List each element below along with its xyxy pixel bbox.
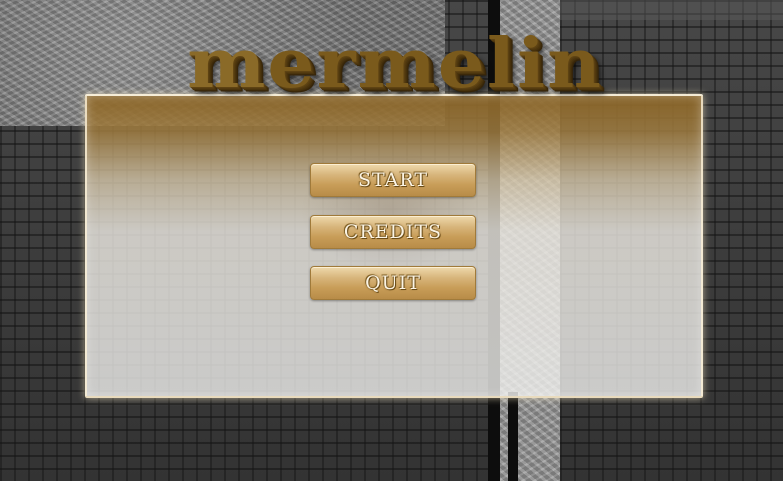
game-title: mermelin: [90, 14, 700, 114]
credits-button[interactable]: CREDITS: [310, 215, 476, 249]
game-title-text: mermelin: [187, 24, 603, 104]
start-button[interactable]: START: [310, 163, 476, 197]
credits-button-label: CREDITS: [343, 221, 443, 243]
game-scene: mermelin START CREDITS QUIT: [0, 0, 783, 481]
start-button-label: START: [357, 169, 428, 191]
quit-button[interactable]: QUIT: [310, 266, 476, 300]
pillar-shadow-lower: [508, 392, 518, 481]
quit-button-label: QUIT: [365, 272, 421, 294]
